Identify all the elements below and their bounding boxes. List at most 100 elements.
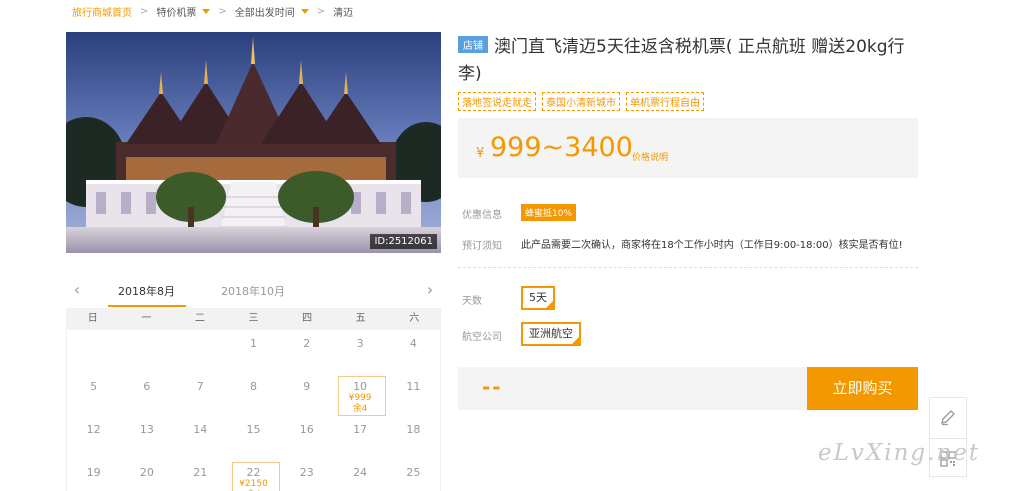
- calendar-day-cell: 2: [280, 330, 333, 373]
- day-number: 20: [139, 466, 154, 479]
- calendar-day-cell: 18: [387, 416, 440, 459]
- calendar-grid: 1 2 3 4 5 6 7 8 9 10 ¥999 余4 11 12 13 14 15 16 17 18 19 20 21 2…: [66, 330, 441, 491]
- chevron-right-icon[interactable]: ›: [423, 280, 437, 300]
- day-number: 3: [356, 337, 364, 350]
- product-tag: 单机票行程自由: [626, 92, 704, 111]
- total-price-bar: --: [458, 367, 807, 410]
- shop-badge: 店铺: [458, 36, 488, 53]
- day-number: 24: [353, 466, 368, 479]
- day-number: 15: [246, 423, 261, 436]
- day-price: ¥999: [348, 393, 372, 403]
- calendar-day-cell: 7: [174, 373, 227, 416]
- product-title-block: 店铺 澳门直飞清迈5天往返含税机票( 正点航班 赠送20kg行李): [458, 34, 918, 88]
- calendar-empty-cell: [174, 330, 227, 373]
- airline-label: 航空公司: [462, 332, 502, 343]
- product-photo: ID:2512061: [66, 32, 441, 253]
- day-number: 9: [303, 380, 311, 393]
- calendar-week-row: 1 2 3 4: [67, 330, 440, 373]
- day-number: 2: [303, 337, 311, 350]
- day-number: 17: [353, 423, 368, 436]
- price-range: 999~3400: [490, 132, 633, 163]
- day-number: 19: [86, 466, 101, 479]
- weekday-label: 一: [141, 313, 152, 324]
- day-number: 23: [299, 466, 314, 479]
- chevron-down-icon: [202, 8, 211, 14]
- calendar-day-cell: 25: [387, 459, 440, 491]
- total-price-placeholder: --: [482, 375, 503, 399]
- buy-now-button[interactable]: 立即购买: [807, 367, 918, 410]
- day-number: 14: [193, 423, 208, 436]
- day-number: 21: [193, 466, 208, 479]
- discount-label: 优惠信息: [462, 210, 502, 221]
- product-title: 澳门直飞清迈5天往返含税机票( 正点航班 赠送20kg行李): [458, 37, 905, 84]
- airline-option-label: 亚洲航空: [529, 327, 573, 340]
- edit-icon[interactable]: [930, 398, 966, 438]
- calendar-day-cell: 17: [333, 416, 386, 459]
- day-number: 13: [139, 423, 154, 436]
- calendar-day-cell: 21: [174, 459, 227, 491]
- weekday-label: 四: [302, 313, 313, 324]
- product-tag: 落地签说走就走: [458, 92, 536, 111]
- product-tags: 落地签说走就走 泰国小清新城市 单机票行程自由: [458, 92, 704, 111]
- days-option-selected[interactable]: 5天: [521, 286, 555, 310]
- calendar-week-row: 12 13 14 15 16 17 18: [67, 416, 440, 459]
- calendar-week-row: 5 6 7 8 9 10 ¥999 余4 11: [67, 373, 440, 416]
- booking-notice-label: 预订须知: [462, 241, 502, 252]
- breadcrumb-home-label: 旅行商城首页: [72, 7, 132, 19]
- days-option-label: 5天: [529, 291, 547, 304]
- day-number: 22: [246, 466, 261, 479]
- calendar-day-cell[interactable]: 22¥2150余4: [227, 459, 280, 491]
- weekday-label: 五: [355, 313, 366, 324]
- currency-symbol: ¥: [476, 146, 485, 161]
- day-price: ¥2150: [239, 479, 268, 489]
- calendar-week-row: 19 20 21 22¥2150余4 23 24 25: [67, 459, 440, 491]
- temple-photo-illustration: [66, 32, 441, 253]
- price-panel: ¥ 999~3400 价格说明: [458, 118, 918, 178]
- calendar-day-cell: 14: [174, 416, 227, 459]
- breadcrumb-departure-time[interactable]: 全部出发时间: [235, 4, 309, 19]
- price-explanation-link[interactable]: 价格说明: [632, 150, 668, 163]
- day-number: 25: [406, 466, 421, 479]
- pencil-icon: [941, 410, 955, 426]
- breadcrumb-flight-deals[interactable]: 特价机票: [156, 4, 211, 19]
- site-watermark: eLvXing.net: [818, 440, 981, 466]
- breadcrumb-separator: >: [140, 5, 149, 17]
- weekday-label: 二: [194, 313, 205, 324]
- calendar-weekday-header: 日一二三四五六: [66, 308, 441, 330]
- day-number: 11: [406, 380, 421, 393]
- calendar-day-cell: 15: [227, 416, 280, 459]
- calendar-day-cell: 20: [120, 459, 173, 491]
- calendar-month-nav: ‹ 2018年8月 2018年10月 ›: [66, 278, 441, 307]
- calendar-day-cell: 5: [67, 373, 120, 416]
- breadcrumb-departure-time-label: 全部出发时间: [234, 7, 295, 19]
- calendar-day-cell: 19: [67, 459, 120, 491]
- calendar-empty-cell: [120, 330, 173, 373]
- photo-id-label: ID:2512061: [370, 234, 437, 249]
- breadcrumb-home[interactable]: 旅行商城首页: [72, 4, 132, 19]
- day-number: 7: [196, 380, 204, 393]
- calendar-day-cell: 24: [333, 459, 386, 491]
- calendar-day-cell: 23: [280, 459, 333, 491]
- calendar-day-cell: 16: [280, 416, 333, 459]
- day-stock: 余4: [352, 404, 368, 414]
- breadcrumb-current-chiang-mai: 清迈: [333, 4, 353, 19]
- calendar-day-cell[interactable]: 10 ¥999 余4: [333, 373, 387, 416]
- tab-month-2018-10[interactable]: 2018年10月: [221, 283, 285, 299]
- day-number: 5: [90, 380, 98, 393]
- day-number: 18: [406, 423, 421, 436]
- airline-option-selected[interactable]: 亚洲航空: [521, 322, 581, 346]
- section-divider: [458, 267, 918, 268]
- tab-month-2018-08[interactable]: 2018年8月: [118, 283, 175, 299]
- chevron-left-icon[interactable]: ‹: [70, 280, 84, 300]
- calendar-empty-cell: [67, 330, 120, 373]
- day-number: 16: [299, 423, 314, 436]
- calendar-day-cell: 1: [227, 330, 280, 373]
- chevron-down-icon: [300, 8, 309, 14]
- day-number: 10: [353, 380, 368, 393]
- calendar-day-cell: 13: [120, 416, 173, 459]
- day-number: 8: [249, 380, 257, 393]
- calendar-day-cell: 3: [333, 330, 386, 373]
- discount-badge: 蜂蜜抵10%: [521, 204, 577, 221]
- weekday-label: 三: [248, 313, 259, 324]
- breadcrumb-current-label: 清迈: [333, 7, 354, 19]
